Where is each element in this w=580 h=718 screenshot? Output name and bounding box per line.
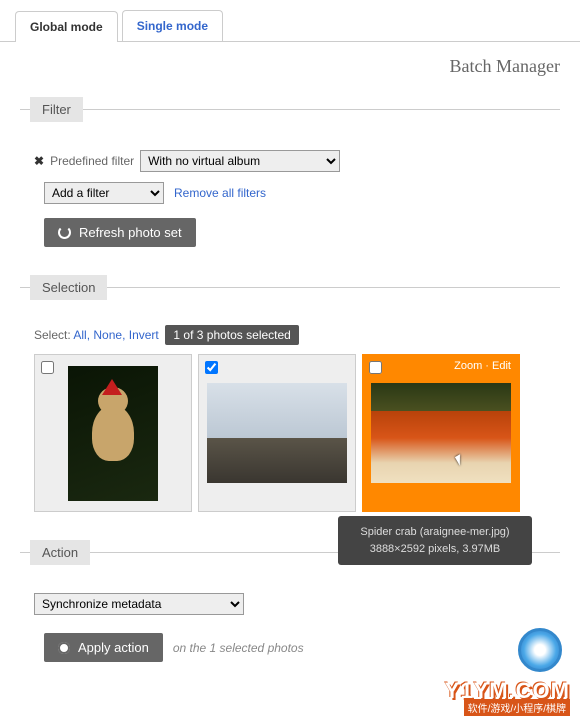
selection-count-badge: 1 of 3 photos selected: [165, 325, 298, 345]
watermark-subtitle: 软件/游戏/小程序/棋牌: [464, 699, 570, 716]
predefined-filter-label: Predefined filter: [50, 154, 134, 168]
filter-fieldset: Filter ✖ Predefined filter With no virtu…: [20, 97, 560, 247]
predefined-filter-select[interactable]: With no virtual album: [140, 150, 340, 172]
select-none-link[interactable]: None: [93, 328, 122, 342]
remove-filter-icon[interactable]: ✖: [34, 154, 44, 168]
action-legend: Action: [30, 540, 90, 565]
tab-global-mode[interactable]: Global mode: [15, 11, 118, 42]
filter-legend: Filter: [30, 97, 83, 122]
edit-link[interactable]: Edit: [492, 360, 511, 372]
tab-single-mode[interactable]: Single mode: [122, 10, 223, 41]
selection-legend: Selection: [30, 275, 107, 300]
mode-tabs: Global mode Single mode: [0, 0, 580, 42]
refresh-photo-set-button[interactable]: Refresh photo set: [44, 218, 196, 247]
gear-icon: [58, 642, 70, 654]
refresh-button-label: Refresh photo set: [79, 225, 182, 240]
thumbnail-item[interactable]: Zoom · Edit: [362, 354, 520, 512]
apply-info-text: on the 1 selected photos: [173, 641, 304, 655]
tooltip-details: 3888×2592 pixels, 3.97MB: [350, 541, 520, 558]
thumbnail-grid: Zoom · Edit: [34, 354, 560, 512]
action-select[interactable]: Synchronize metadata: [34, 593, 244, 615]
remove-all-filters-link[interactable]: Remove all filters: [174, 186, 266, 200]
page-title: Batch Manager: [0, 42, 580, 87]
thumbnail-checkbox[interactable]: [41, 361, 54, 374]
refresh-icon: [58, 226, 71, 239]
thumbnail-checkbox[interactable]: [369, 361, 382, 374]
select-label: Select:: [34, 328, 71, 342]
thumbnail-actions: Zoom · Edit: [454, 360, 511, 372]
thumbnail-image: [371, 366, 511, 501]
thumbnail-image: [43, 366, 183, 501]
apply-button-label: Apply action: [78, 640, 149, 655]
zoom-link[interactable]: Zoom: [454, 360, 482, 372]
thumbnail-item[interactable]: [34, 354, 192, 512]
thumbnail-tooltip: Spider crab (araignee-mer.jpg) 3888×2592…: [338, 516, 532, 565]
thumbnail-image: [207, 366, 347, 501]
select-all-link[interactable]: All: [73, 328, 86, 342]
add-filter-select[interactable]: Add a filter: [44, 182, 164, 204]
select-invert-link[interactable]: Invert: [129, 328, 159, 342]
watermark-brand: Y1YM.COM: [445, 678, 570, 704]
tooltip-title: Spider crab (araignee-mer.jpg): [350, 524, 520, 541]
apply-action-button[interactable]: Apply action: [44, 633, 163, 662]
selection-fieldset: Selection Select: All, None, Invert 1 of…: [20, 275, 560, 512]
cursor-icon: [455, 454, 465, 466]
thumbnail-item[interactable]: [198, 354, 356, 512]
thumbnail-checkbox[interactable]: [205, 361, 218, 374]
